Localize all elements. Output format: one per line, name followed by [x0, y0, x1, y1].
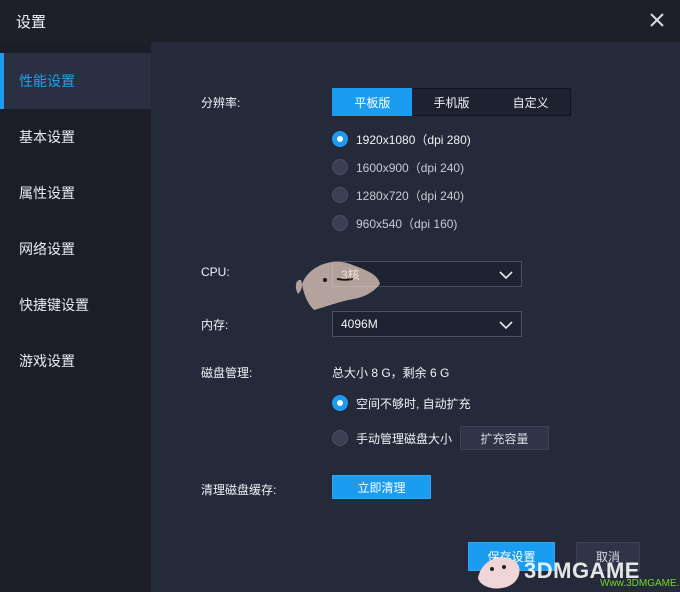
- resolution-label: 分辨率:: [201, 96, 241, 110]
- sidebar-item-label: 快捷键设置: [19, 297, 89, 313]
- disk-option-auto[interactable]: 空间不够时, 自动扩充: [332, 393, 471, 413]
- title-bar: 设置: [0, 0, 680, 42]
- resolution-option-1600[interactable]: 1600x900（dpi 240): [332, 157, 464, 177]
- close-icon[interactable]: [646, 9, 668, 31]
- clean-now-button[interactable]: 立即清理: [332, 475, 431, 499]
- radio-button[interactable]: [332, 131, 348, 147]
- sidebar-item-game[interactable]: 游戏设置: [0, 333, 151, 389]
- tab-custom[interactable]: 自定义: [491, 88, 571, 116]
- sidebar-item-label: 游戏设置: [19, 353, 75, 369]
- radio-label: 手动管理磁盘大小: [356, 431, 453, 446]
- resolution-option-960[interactable]: 960x540（dpi 160): [332, 213, 457, 233]
- sidebar: 性能设置 基本设置 属性设置 网络设置 快捷键设置 游戏设置: [0, 42, 151, 592]
- sidebar-item-network[interactable]: 网络设置: [0, 221, 151, 277]
- radio-button[interactable]: [332, 187, 348, 203]
- disk-label: 磁盘管理:: [201, 366, 253, 380]
- sidebar-item-performance[interactable]: 性能设置: [0, 53, 151, 109]
- cache-label: 清理磁盘缓存:: [201, 483, 277, 497]
- chevron-down-icon: [499, 271, 513, 280]
- window-title: 设置: [16, 14, 47, 31]
- sidebar-item-shortcuts[interactable]: 快捷键设置: [0, 277, 151, 333]
- disk-option-manual[interactable]: 手动管理磁盘大小: [332, 428, 452, 448]
- sidebar-item-properties[interactable]: 属性设置: [0, 165, 151, 221]
- sidebar-item-basic[interactable]: 基本设置: [0, 109, 151, 165]
- radio-label: 空间不够时, 自动扩充: [356, 396, 471, 411]
- radio-button[interactable]: [332, 215, 348, 231]
- sidebar-item-label: 性能设置: [19, 73, 75, 89]
- resolution-option-1920[interactable]: 1920x1080（dpi 280): [332, 129, 471, 149]
- save-button[interactable]: 保存设置: [468, 542, 555, 571]
- sidebar-item-label: 属性设置: [19, 185, 75, 201]
- radio-label: 1600x900（dpi 240): [356, 160, 465, 175]
- expand-capacity-button[interactable]: 扩充容量: [460, 426, 549, 450]
- memory-label: 内存:: [201, 318, 229, 332]
- cpu-label: CPU:: [201, 265, 230, 279]
- sidebar-item-label: 网络设置: [19, 241, 75, 257]
- memory-select[interactable]: 4096M: [332, 311, 522, 337]
- cpu-select[interactable]: 3核: [332, 261, 522, 287]
- radio-button[interactable]: [332, 159, 348, 175]
- radio-label: 1280x720（dpi 240): [356, 188, 465, 203]
- cpu-value: 3核: [341, 267, 360, 282]
- radio-label: 1920x1080（dpi 280): [356, 132, 471, 147]
- chevron-down-icon: [499, 321, 513, 330]
- cancel-button[interactable]: 取消: [576, 542, 640, 571]
- tab-phone[interactable]: 手机版: [411, 88, 492, 116]
- sidebar-item-label: 基本设置: [19, 129, 75, 145]
- resolution-option-1280[interactable]: 1280x720（dpi 240): [332, 185, 464, 205]
- memory-value: 4096M: [341, 317, 378, 331]
- radio-button[interactable]: [332, 430, 348, 446]
- tab-tablet[interactable]: 平板版: [332, 88, 412, 116]
- radio-button[interactable]: [332, 395, 348, 411]
- resolution-tabs: 平板版 手机版 自定义: [332, 88, 571, 116]
- disk-summary: 总大小 8 G，剩余 6 G: [332, 366, 450, 380]
- radio-label: 960x540（dpi 160): [356, 216, 458, 231]
